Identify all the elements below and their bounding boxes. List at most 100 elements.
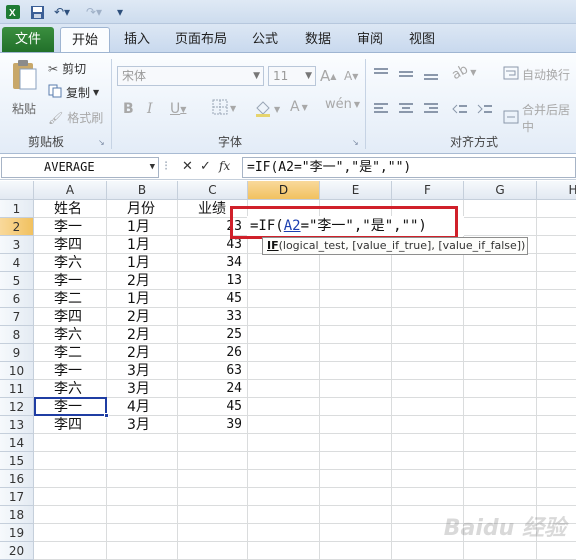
grow-font-button[interactable]: A ▲ (320, 67, 336, 85)
header-cell[interactable]: 业绩 (198, 200, 226, 218)
table-cell[interactable]: 1月 (127, 218, 150, 236)
copy-button[interactable]: 复制 ▼ (48, 84, 99, 101)
tab-review[interactable]: 审阅 (348, 27, 392, 52)
table-cell[interactable]: 3月 (127, 362, 150, 380)
row-header-15[interactable]: 15 (0, 452, 34, 470)
table-cell[interactable]: 45 (178, 398, 242, 416)
row-header-12[interactable]: 12 (0, 398, 34, 416)
row-header-11[interactable]: 11 (0, 380, 34, 398)
underline-button[interactable]: U ▼ (170, 101, 186, 117)
wrap-text-button[interactable]: 自动换行 (503, 66, 570, 83)
table-cell[interactable]: 李六 (54, 254, 82, 272)
table-cell[interactable]: 2月 (127, 308, 150, 326)
row-header-6[interactable]: 6 (0, 290, 34, 308)
tooltip-function-name[interactable]: IF (267, 239, 279, 252)
table-cell[interactable]: 25 (178, 326, 242, 344)
table-cell[interactable]: 2月 (127, 272, 150, 290)
table-cell[interactable]: 39 (178, 416, 242, 434)
tab-file[interactable]: 文件 (2, 27, 54, 52)
align-right-button[interactable] (423, 102, 439, 119)
row-header-1[interactable]: 1 (0, 200, 34, 218)
tab-insert[interactable]: 插入 (114, 27, 160, 52)
column-header-a[interactable]: A (34, 181, 107, 200)
column-header-d[interactable]: D (248, 181, 320, 200)
column-header-f[interactable]: F (392, 181, 464, 200)
table-cell[interactable]: 63 (178, 362, 242, 380)
table-cell[interactable]: 李一 (54, 362, 82, 380)
row-header-17[interactable]: 17 (0, 488, 34, 506)
borders-button[interactable]: ▼ (212, 99, 236, 118)
table-cell[interactable]: 2月 (127, 344, 150, 362)
table-cell[interactable]: 李二 (54, 290, 82, 308)
table-cell[interactable]: 1月 (127, 290, 150, 308)
font-color-button[interactable]: A ▼ (290, 99, 308, 115)
header-cell[interactable]: 姓名 (54, 200, 82, 218)
tab-home[interactable]: 开始 (60, 27, 110, 52)
column-header-b[interactable]: B (107, 181, 178, 200)
row-header-14[interactable]: 14 (0, 434, 34, 452)
table-cell[interactable]: 1月 (127, 254, 150, 272)
enter-formula-button[interactable]: ✓ (200, 159, 211, 174)
cancel-formula-button[interactable]: ✕ (182, 159, 193, 174)
row-header-18[interactable]: 18 (0, 506, 34, 524)
select-all-corner[interactable] (0, 181, 34, 200)
row-header-9[interactable]: 9 (0, 344, 34, 362)
align-left-button[interactable] (373, 102, 389, 119)
row-header-19[interactable]: 19 (0, 524, 34, 542)
paste-button[interactable]: 粘贴 (8, 59, 40, 121)
customize-toolbar-icon[interactable]: ▾ (114, 3, 126, 21)
column-header-e[interactable]: E (320, 181, 392, 200)
row-header-13[interactable]: 13 (0, 416, 34, 434)
table-cell[interactable]: 李四 (54, 416, 82, 434)
redo-icon[interactable]: ↷▾ (82, 3, 106, 21)
table-cell[interactable]: 李一 (54, 272, 82, 290)
merge-center-button[interactable]: 合并后居中 (503, 101, 576, 135)
table-cell[interactable]: 45 (178, 290, 242, 308)
fill-color-button[interactable]: ▼ (254, 99, 280, 120)
bold-button[interactable]: B (123, 101, 134, 117)
table-cell[interactable]: 2月 (127, 326, 150, 344)
formula-input[interactable]: =IF(A2="李一","是","") (242, 157, 576, 178)
table-cell[interactable]: 34 (178, 254, 242, 272)
row-header-4[interactable]: 4 (0, 254, 34, 272)
row-header-10[interactable]: 10 (0, 362, 34, 380)
table-cell[interactable]: 李一 (54, 218, 82, 236)
column-header-c[interactable]: C (178, 181, 248, 200)
table-cell[interactable]: 26 (178, 344, 242, 362)
align-bottom-button[interactable] (423, 67, 439, 84)
table-cell[interactable]: 24 (178, 380, 242, 398)
dialog-launcher-icon[interactable]: ↘ (352, 138, 359, 147)
row-header-3[interactable]: 3 (0, 236, 34, 254)
table-cell[interactable]: 33 (178, 308, 242, 326)
align-center-button[interactable] (398, 102, 414, 119)
table-cell[interactable]: 4月 (127, 398, 150, 416)
table-cell[interactable]: 李六 (54, 326, 82, 344)
format-painter-button[interactable]: 🖌 格式刷 (48, 109, 103, 126)
header-cell[interactable]: 月份 (127, 200, 155, 218)
table-cell[interactable]: 1月 (127, 236, 150, 254)
font-size-combo[interactable]: 11 ▼ (268, 66, 316, 86)
row-header-7[interactable]: 7 (0, 308, 34, 326)
undo-icon[interactable]: ↶▾ (50, 3, 74, 21)
row-header-20[interactable]: 20 (0, 542, 34, 560)
excel-logo-icon[interactable]: X (4, 3, 22, 21)
table-cell[interactable]: 13 (178, 272, 242, 290)
name-box[interactable]: AVERAGE ▼ (1, 157, 159, 178)
cut-button[interactable]: ✂ 剪切 (48, 60, 86, 77)
shrink-font-button[interactable]: A ▼ (344, 69, 358, 83)
row-header-16[interactable]: 16 (0, 470, 34, 488)
align-middle-button[interactable] (398, 67, 414, 84)
font-name-combo[interactable]: 宋体 ▼ (117, 66, 264, 86)
tab-page-layout[interactable]: 页面布局 (168, 27, 234, 52)
italic-button[interactable]: I (147, 101, 153, 117)
table-cell[interactable]: 3月 (127, 416, 150, 434)
row-header-5[interactable]: 5 (0, 272, 34, 290)
fill-handle[interactable] (104, 413, 109, 418)
row-header-2[interactable]: 2 (0, 218, 34, 236)
tab-formulas[interactable]: 公式 (243, 27, 287, 52)
table-cell[interactable]: 李六 (54, 380, 82, 398)
tab-data[interactable]: 数据 (296, 27, 340, 52)
table-cell[interactable]: 李二 (54, 344, 82, 362)
save-icon[interactable] (28, 3, 46, 21)
column-header-g[interactable]: G (464, 181, 537, 200)
